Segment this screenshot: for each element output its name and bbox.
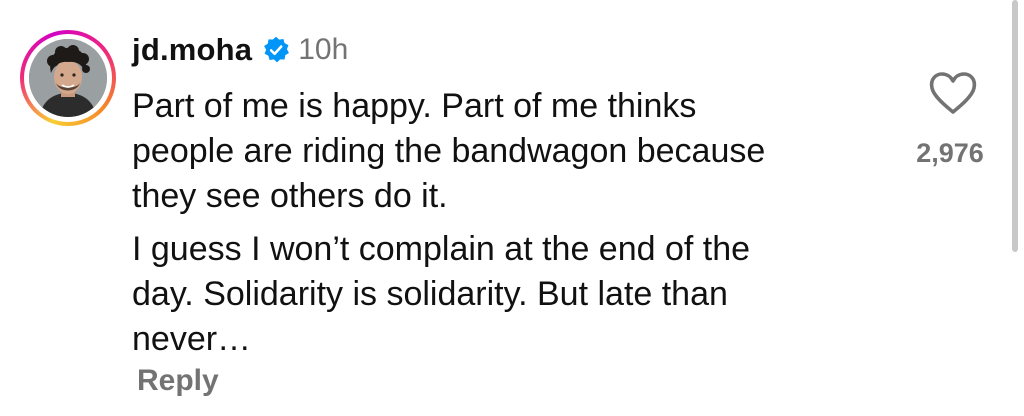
comment-header: jd.moha 10h xyxy=(132,28,348,72)
reply-button[interactable]: Reply xyxy=(137,364,219,398)
profile-photo xyxy=(29,39,107,117)
avatar[interactable] xyxy=(29,39,107,117)
scrollbar[interactable] xyxy=(1012,0,1018,252)
username[interactable]: jd.moha xyxy=(132,32,252,68)
like-button[interactable] xyxy=(928,70,978,116)
verified-badge-icon xyxy=(262,36,290,64)
heart-outline-icon xyxy=(929,72,977,114)
like-count: 2,976 xyxy=(916,138,984,168)
comment-timestamp: 10h xyxy=(298,33,349,66)
comment-paragraph: I guess I won’t complain at the end of t… xyxy=(132,230,751,358)
comment-paragraph: Part of me is happy. Part of me thinks p… xyxy=(132,87,766,215)
comment: jd.moha 10h Part of me is happy. Part of… xyxy=(0,0,1024,416)
avatar-story-ring[interactable] xyxy=(20,30,116,126)
comment-body: Part of me is happy. Part of me thinks p… xyxy=(132,84,862,362)
